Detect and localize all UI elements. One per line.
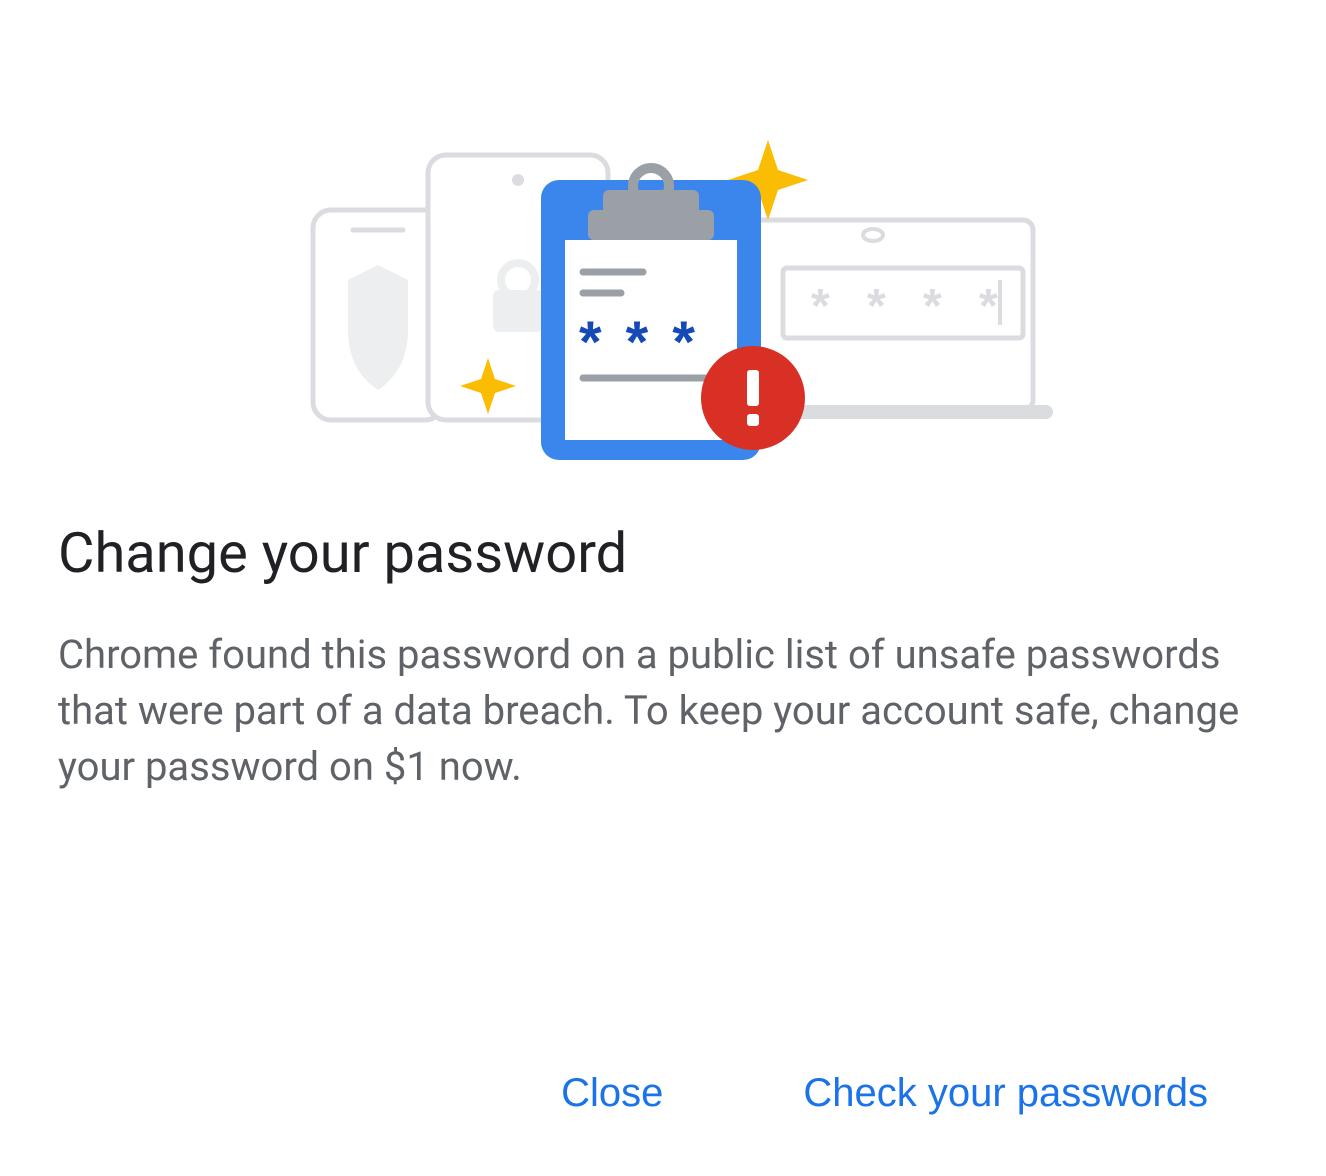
check-passwords-button[interactable]: Check your passwords [783, 1061, 1228, 1126]
illustration-container: * * * * [58, 60, 1268, 480]
svg-text:* * * *: * * * * [811, 280, 1010, 333]
phone-icon [313, 210, 443, 420]
dialog-actions: Close Check your passwords [58, 1061, 1268, 1126]
svg-text:* * *: * * * [579, 310, 699, 375]
password-breach-dialog: * * * * [0, 0, 1326, 1176]
password-breach-illustration: * * * * [273, 80, 1053, 460]
close-button[interactable]: Close [541, 1061, 683, 1126]
dialog-body: Chrome found this password on a public l… [58, 627, 1268, 795]
dialog-title: Change your password [58, 520, 1268, 587]
